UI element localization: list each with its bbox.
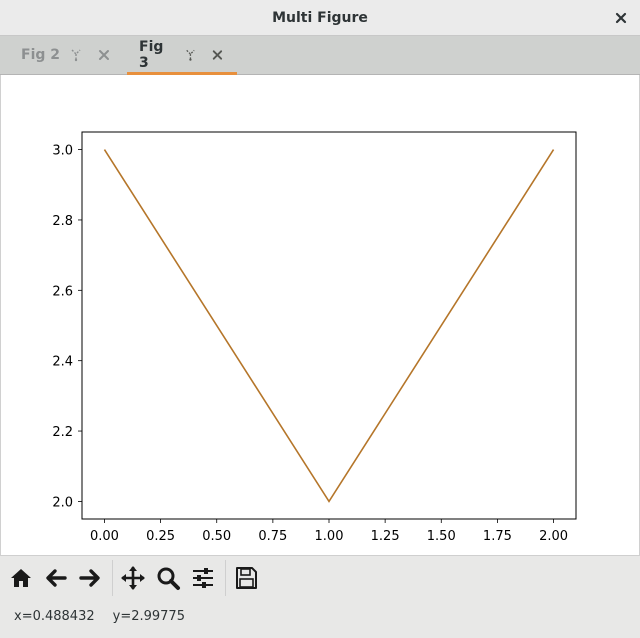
x-tick-label: 1.25: [371, 529, 400, 544]
close-icon: [615, 12, 627, 24]
tab-label: Fig 2: [21, 47, 60, 63]
status-bar: x=0.488432 y=2.99775: [0, 598, 640, 638]
x-tick-label: 2.00: [539, 529, 568, 544]
tab-fig-2[interactable]: Fig 2: [21, 36, 112, 74]
window-titlebar: Multi Figure: [0, 0, 640, 36]
tab-close-icon[interactable]: [210, 47, 225, 63]
x-tick-label: 1.50: [427, 529, 456, 544]
x-tick-label: 1.00: [315, 529, 344, 544]
back-icon[interactable]: [43, 565, 69, 591]
x-tick-label: 0.50: [202, 529, 231, 544]
tab-close-icon[interactable]: [96, 47, 112, 63]
axes-frame: [81, 131, 577, 520]
figure-canvas[interactable]: 0.00 0.25 0.50 0.75 1.00 1.25 1.50 1.75 2.00 2.0 2…: [0, 75, 640, 555]
x-tick-label: 1.75: [483, 529, 512, 544]
y-tick-label: 2.4: [52, 355, 73, 370]
y-tick-label: 2.2: [52, 425, 73, 440]
y-tick-label: 2.0: [52, 495, 73, 510]
cursor-x-readout: x=0.488432: [14, 609, 95, 624]
window-title: Multi Figure: [272, 9, 368, 26]
tab-fig-3[interactable]: Fig 3: [127, 36, 237, 75]
line-chart: 0.00 0.25 0.50 0.75 1.00 1.25 1.50 1.75 2.00 2.0 2…: [52, 131, 577, 544]
x-tick-label: 0.75: [258, 529, 287, 544]
detach-icon[interactable]: [183, 47, 198, 63]
x-tick-label: 0.00: [90, 529, 119, 544]
pan-icon[interactable]: [120, 565, 146, 591]
detach-icon[interactable]: [68, 47, 84, 63]
toolbar-separator: [225, 560, 226, 596]
y-tick-label: 2.8: [52, 214, 73, 229]
tab-label: Fig 3: [139, 39, 164, 71]
series-line: [103, 149, 555, 503]
y-tick-label: 2.6: [52, 284, 73, 299]
save-icon[interactable]: [233, 565, 259, 591]
configure-subplots-icon[interactable]: [190, 565, 216, 591]
navigation-toolbar: [0, 555, 640, 598]
window-close-button[interactable]: [612, 9, 630, 27]
cursor-coordinates: x=0.488432 y=2.99775: [14, 609, 203, 624]
x-tick-label: 0.25: [146, 529, 175, 544]
zoom-icon[interactable]: [155, 565, 181, 591]
forward-icon[interactable]: [77, 565, 103, 591]
toolbar-separator: [112, 560, 113, 596]
cursor-y-readout: y=2.99775: [112, 609, 185, 624]
y-tick-label: 3.0: [52, 144, 73, 159]
figure-tab-bar: Fig 2 Fig 3: [0, 36, 640, 75]
home-icon[interactable]: [8, 565, 34, 591]
